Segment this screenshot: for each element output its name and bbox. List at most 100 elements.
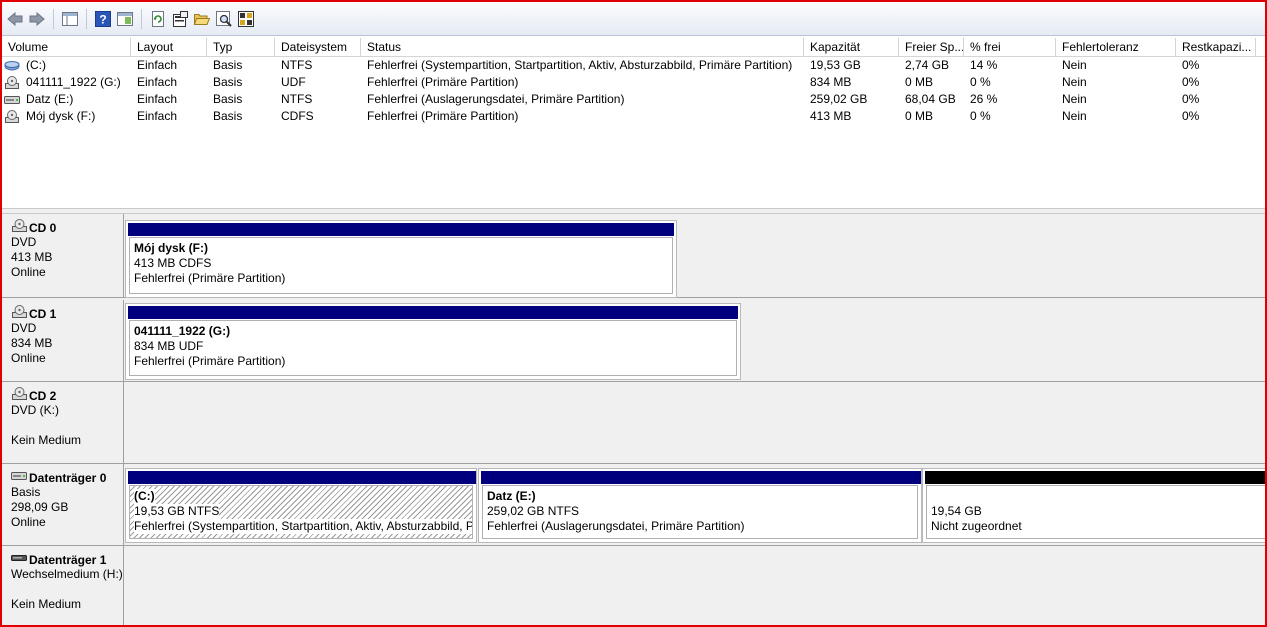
volume-restkapazitaet: 0% — [1182, 75, 1200, 89]
disk-label[interactable]: Datenträger 0 Basis 298,09 GB Online — [2, 464, 124, 545]
partition-size: 19,54 GB — [931, 504, 982, 518]
help-icon[interactable]: ? — [93, 9, 113, 29]
volume-dateisystem: NTFS — [281, 92, 313, 106]
forward-arrow-icon[interactable] — [27, 9, 47, 29]
volume-status: Fehlerfrei (Systempartition, Startpartit… — [367, 58, 793, 72]
disk-size — [11, 582, 123, 597]
partition-status: Fehlerfrei (Primäre Partition) — [134, 354, 286, 368]
volume-row[interactable]: (C:) Einfach Basis NTFS Fehlerfrei (Syst… — [2, 57, 1265, 74]
disk-size: 413 MB — [11, 250, 53, 264]
partition-size: 259,02 GB NTFS — [487, 504, 580, 518]
partition-body: (C:) 19,53 GB NTFS Fehlerfrei (Systempar… — [129, 485, 473, 539]
action-pane-icon[interactable] — [115, 9, 135, 29]
partition-title-text: (C:) — [134, 489, 155, 504]
volume-freier-speicher: 68,04 GB — [905, 92, 956, 106]
partition-body: 041111_1922 (G:) 834 MB UDF Fehlerfrei (… — [129, 320, 737, 376]
disk-row-datentraeger0: Datenträger 0 Basis 298,09 GB Online (C:… — [2, 464, 1266, 546]
partition-status: Fehlerfrei (Systempartition, Startpartit… — [134, 519, 472, 534]
back-arrow-icon[interactable] — [5, 9, 25, 29]
volume-row[interactable]: 041111_1922 (G:) Einfach Basis UDF Fehle… — [2, 74, 1265, 91]
column-header-volume[interactable]: Volume — [2, 38, 131, 56]
disk-label[interactable]: Datenträger 1 Wechselmedium (H:) Kein Me… — [2, 546, 124, 625]
column-header-restkapazitaet[interactable]: Restkapazi... — [1176, 38, 1256, 56]
refresh-icon[interactable] — [148, 9, 168, 29]
properties-icon[interactable] — [170, 9, 190, 29]
volume-kapazitaet: 834 MB — [810, 75, 852, 89]
partition-body: Datz (E:) 259,02 GB NTFS Fehlerfrei (Aus… — [482, 485, 918, 539]
disk-name: CD 2 — [11, 387, 123, 403]
disk-size: 298,09 GB — [11, 500, 69, 514]
disk-name-text: CD 1 — [29, 306, 57, 321]
volume-prozent-frei: 26 % — [970, 92, 998, 106]
column-header-fehlertoleranz[interactable]: Fehlertoleranz — [1056, 38, 1176, 56]
disk-label[interactable]: CD 1 DVD 834 MB Online — [2, 300, 124, 381]
volume-typ: Basis — [213, 75, 243, 89]
cd-drive-icon — [11, 305, 29, 322]
column-header-kapazitaet[interactable]: Kapazität — [804, 38, 899, 56]
partition-size: 834 MB UDF — [134, 339, 204, 353]
volume-layout: Einfach — [137, 75, 178, 89]
partition-status: Fehlerfrei (Auslagerungsdatei, Primäre P… — [487, 519, 745, 533]
column-header-typ[interactable]: Typ — [207, 38, 275, 56]
volume-row[interactable]: Mój dysk (F:) Einfach Basis CDFS Fehlerf… — [2, 108, 1265, 125]
volume-typ: Basis — [213, 58, 243, 72]
cd-drive-icon — [4, 110, 20, 123]
column-header-prozent-frei[interactable]: % frei — [964, 38, 1056, 56]
cd-drive-icon — [4, 76, 20, 89]
volume-row[interactable]: Datz (E:) Einfach Basis NTFS Fehlerfrei … — [2, 91, 1265, 108]
disk-state: Kein Medium — [11, 597, 82, 611]
volume-fehlertoleranz: Nein — [1062, 109, 1087, 123]
volume-fehlertoleranz: Nein — [1062, 75, 1087, 89]
partition-bar — [481, 471, 921, 484]
partition-status: Nicht zugeordnet — [931, 519, 1022, 533]
partition-title — [931, 489, 1265, 504]
volume-restkapazitaet: 0% — [1182, 92, 1200, 106]
cd-drive-icon — [11, 219, 29, 236]
partition-block-c[interactable]: (C:) 19,53 GB NTFS Fehlerfrei (Systempar… — [125, 468, 477, 543]
disk-type: DVD — [11, 321, 37, 335]
disk-label[interactable]: CD 0 DVD 413 MB Online — [2, 214, 124, 297]
column-header-freier-speicher[interactable]: Freier Sp... — [899, 38, 964, 56]
volume-kapazitaet: 259,02 GB — [810, 92, 868, 106]
disk-settings-icon[interactable] — [236, 9, 256, 29]
volume-dateisystem: CDFS — [281, 109, 314, 123]
column-header-status[interactable]: Status — [361, 38, 804, 56]
disk-row-cd0: CD 0 DVD 413 MB Online Mój dysk (F:) 413… — [2, 214, 1265, 298]
partition-block[interactable]: 041111_1922 (G:) 834 MB UDF Fehlerfrei (… — [125, 303, 741, 380]
volume-freier-speicher: 0 MB — [905, 75, 934, 89]
partition-size-text: 19,53 GB NTFS — [134, 504, 220, 519]
volume-kapazitaet: 19,53 GB — [810, 58, 861, 72]
volume-restkapazitaet: 0% — [1182, 109, 1200, 123]
volume-dateisystem: NTFS — [281, 58, 313, 72]
column-header-layout[interactable]: Layout — [131, 38, 207, 56]
volume-prozent-frei: 0 % — [970, 109, 991, 123]
disk-label[interactable]: CD 2 DVD (K:) Kein Medium — [2, 382, 124, 463]
column-header-dateisystem[interactable]: Dateisystem — [275, 38, 361, 56]
partition-block-e[interactable]: Datz (E:) 259,02 GB NTFS Fehlerfrei (Aus… — [478, 468, 922, 543]
volume-freier-speicher: 0 MB — [905, 109, 934, 123]
search-icon[interactable] — [214, 9, 234, 29]
console-tree-icon[interactable] — [60, 9, 80, 29]
partition-title: Mój dysk (F:) — [134, 241, 208, 255]
disk-name-text: CD 2 — [29, 388, 57, 403]
list-header: Volume Layout Typ Dateisystem Status Kap… — [2, 38, 1265, 57]
hard-drive-volume-icon — [4, 59, 20, 72]
volume-name: 041111_1922 (G:) — [26, 75, 121, 89]
volume-name: (C:) — [26, 58, 46, 72]
partition-block-unallocated[interactable]: 19,54 GB Nicht zugeordnet — [922, 468, 1266, 543]
volume-status: Fehlerfrei (Primäre Partition) — [367, 109, 519, 123]
disk-state: Online — [11, 351, 46, 365]
partition-bar — [128, 223, 674, 236]
open-folder-icon[interactable] — [192, 9, 212, 29]
partition-bar — [128, 471, 476, 484]
toolbar: ? — [2, 2, 1265, 36]
disk-state: Online — [11, 515, 46, 529]
disk-name-text: CD 0 — [29, 220, 57, 235]
toolbar-separator — [53, 8, 54, 29]
hard-disk-icon — [11, 470, 29, 485]
disk-state: Online — [11, 265, 46, 279]
disk-name: Datenträger 1 — [11, 552, 123, 567]
partition-size: 413 MB CDFS — [134, 256, 212, 270]
partition-block[interactable]: Mój dysk (F:) 413 MB CDFS Fehlerfrei (Pr… — [125, 220, 677, 298]
disk-type: DVD — [11, 235, 37, 249]
